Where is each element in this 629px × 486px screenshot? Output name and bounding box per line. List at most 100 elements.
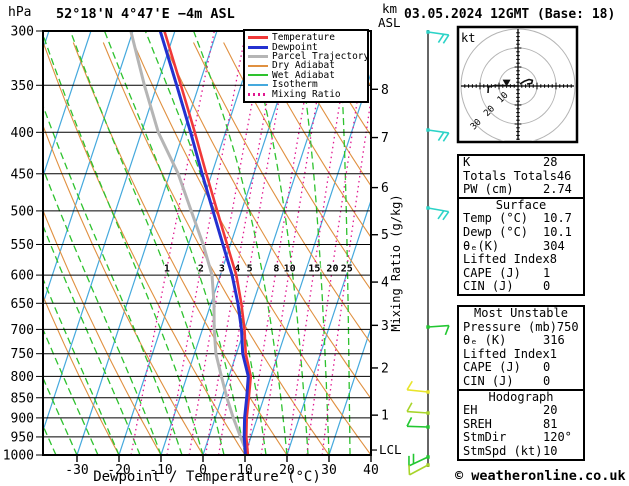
temp-tick-label: 40 [363, 463, 379, 478]
table-row-label: K [463, 155, 471, 169]
wind-barb-feather [442, 34, 450, 44]
wind-barb-staff [406, 425, 429, 428]
km-tick-label: 7 [381, 131, 389, 146]
table-row: CIN (J) 0 [459, 280, 583, 294]
x-axis-label: Dewpoint / Temperature (°C) [93, 469, 321, 485]
wind-barb [406, 416, 430, 429]
wind-barb-feather [408, 464, 411, 475]
legend-item: Isotherm [248, 80, 365, 89]
table-row: Pressure (mb) 750 [459, 319, 583, 335]
legend-swatch-solid [248, 54, 268, 58]
pressure-tick-label: 400 [11, 126, 34, 141]
wind-barb-feather [442, 132, 450, 142]
table-row: Lifted Index 1 [459, 346, 583, 362]
table-row-label: EH [463, 403, 478, 418]
table-row: θₑ (K) 316 [459, 334, 583, 348]
mixing-ratio-label: 25 [341, 263, 353, 274]
wind-barb-feather [442, 211, 450, 221]
indices-panel-bottom: Most Unstable Pressure (mb) 750 θₑ (K) 316 Li… [457, 305, 585, 461]
temp-tick-label: 30 [321, 463, 337, 478]
table-row-label: CAPE (J) [463, 360, 521, 375]
wind-barb-staff [409, 464, 429, 476]
wind-barb-feather [406, 416, 413, 427]
table-row-value: 304 [543, 238, 565, 253]
wind-barb-column [406, 30, 450, 476]
wind-barb-feather [444, 325, 450, 336]
dry-adiabat-line [43, 294, 120, 455]
table-row-value: 10 [543, 443, 558, 458]
pressure-tick-label: 650 [11, 297, 34, 312]
table-row-label: CAPE (J) [463, 265, 521, 280]
pressure-tick-label: 500 [11, 204, 34, 219]
table-row-value: 28 [543, 155, 558, 169]
wind-barb [406, 402, 430, 415]
wind-barb-feather [406, 402, 413, 412]
indices-panel-top: K 28 Totals Totals 46 PW (cm) 2.74 Surface Temp… [457, 154, 585, 296]
table-row-value: 1 [543, 265, 551, 280]
dry-adiabat-line [102, 42, 330, 455]
table-section-title: Hodograph [488, 389, 554, 404]
table-row-label: StmDir [463, 430, 507, 445]
wet-adiabat-line [43, 104, 183, 455]
table-row: StmSpd (kt) 10 [459, 443, 583, 459]
table-row: K 28 [459, 155, 583, 170]
datetime-label: 03.05.2024 12GMT (Base: 18) [404, 7, 615, 22]
table-row-label: SREH [463, 416, 492, 431]
table-row: Totals Totals 46 [459, 168, 583, 184]
table-row: StmDir 120° [459, 431, 583, 445]
table-row: Lifted Index 8 [459, 253, 583, 267]
table-row-label: Totals Totals [463, 168, 557, 183]
mixing-ratio-label: 1 [164, 263, 170, 274]
table-row-value: 81 [543, 416, 558, 431]
table-row-value: 20 [543, 403, 558, 418]
table-row-label: Lifted Index [463, 346, 550, 361]
legend-swatch-solid [248, 36, 268, 40]
altitude-unit-km: km [382, 1, 397, 16]
table-row-label: Pressure (mb) [463, 319, 557, 334]
table-row-value: 46 [556, 168, 572, 183]
legend-swatch-dotted [248, 92, 268, 96]
copyright: © weatheronline.co.uk [455, 468, 626, 484]
wind-barb-staff [407, 389, 429, 393]
wind-barb-feather [437, 131, 445, 142]
table-row-value: 8 [549, 252, 557, 267]
table-row-label: CIN (J) [463, 373, 514, 388]
mixing-ratio-label: 5 [247, 263, 253, 274]
table-row: CIN (J) 0 [459, 373, 583, 389]
station-title: 52°18'N 4°47'E −4m ASL [56, 6, 235, 22]
legend-item: Temperature [248, 33, 365, 42]
lcl-label: LCL [379, 442, 402, 457]
km-tick-label: 6 [381, 181, 389, 196]
legend-swatch-solid [248, 45, 268, 49]
table-row: CAPE (J) 1 [459, 265, 583, 281]
table-row: CAPE (J) 0 [459, 361, 583, 375]
table-row-value: 0 [543, 360, 551, 375]
table-row-label: θₑ(K) [463, 238, 500, 253]
table-row: Dewp (°C) 10.1 [459, 224, 583, 240]
table-row-value: 2.74 [543, 182, 572, 197]
wind-barb [426, 128, 450, 142]
mixing-ratio-label: 2 [198, 263, 204, 274]
mixing-ratio-axis-label: Mixing Ratio (g/kg) [389, 194, 403, 331]
legend-label: Mixing Ratio [272, 88, 341, 100]
wind-barb [426, 206, 450, 221]
legend-label: Isotherm [272, 79, 318, 91]
hodograph: 102030 [456, 25, 579, 144]
pressure-tick-label: 300 [11, 25, 34, 40]
table-row: EH 20 [459, 404, 583, 418]
km-tick-label: 8 [381, 83, 389, 98]
table-row-value: 10.1 [543, 224, 572, 239]
pressure-tick-label: 750 [11, 347, 34, 362]
legend: Temperature Dewpoint Parcel Trajectory Dry … [243, 29, 369, 103]
table-row-value: 0 [543, 279, 551, 294]
legend-label: Temperature [272, 32, 335, 44]
table-row-label: Lifted Index [463, 252, 550, 267]
table-row-label: θₑ (K) [463, 333, 507, 348]
table-section-title: Most Unstable [474, 306, 568, 320]
wind-barb-feather [437, 33, 445, 44]
wind-barb [406, 380, 430, 394]
mixing-ratio-label: 8 [273, 263, 279, 274]
legend-swatch-thin [248, 64, 268, 67]
sounding-page: 1 2 3 4 5 8 10 15 20 25 300 350 400 450 500 550 600 650 7… [0, 0, 629, 486]
wind-barb-staff [427, 31, 449, 36]
